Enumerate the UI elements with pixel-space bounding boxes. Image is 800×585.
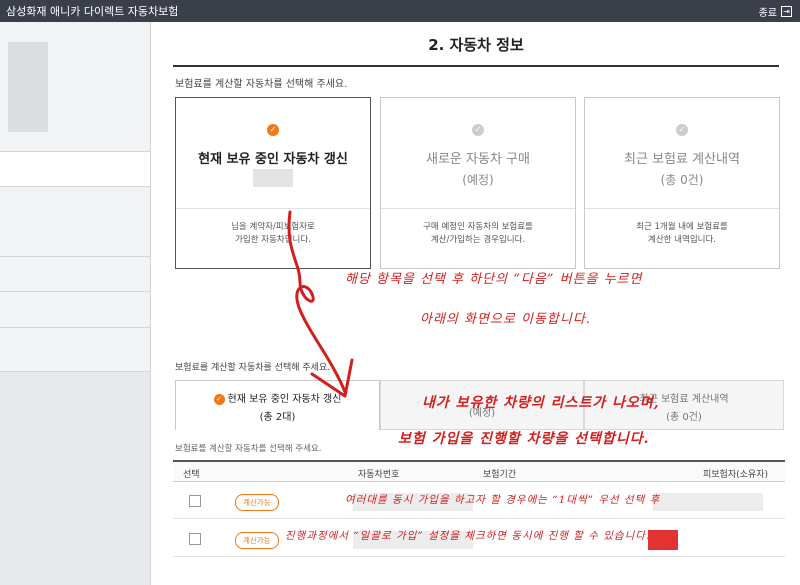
annotation-text: 해당 항목을 선택 후 하단의 “다음” 버튼을 누르면 [345, 272, 643, 287]
annotation-text: 내가 보유한 차량의 리스트가 나오며, [422, 395, 660, 411]
annotation-text: 보험 가입을 진행할 차량을 선택합니다. [398, 431, 650, 447]
annotation-text: 여러대를 동시 가입을 하고자 할 경우에는 “1대씩” 우선 선택 후 [345, 494, 661, 506]
annotation-text: 아래의 화면으로 이동합니다. [420, 312, 591, 327]
annotation-text: 진행과정에서 “일괄로 가입” 설정을 체크하면 동시에 진행 할 수 있습니다… [285, 530, 651, 542]
arrow-curve [287, 210, 347, 394]
